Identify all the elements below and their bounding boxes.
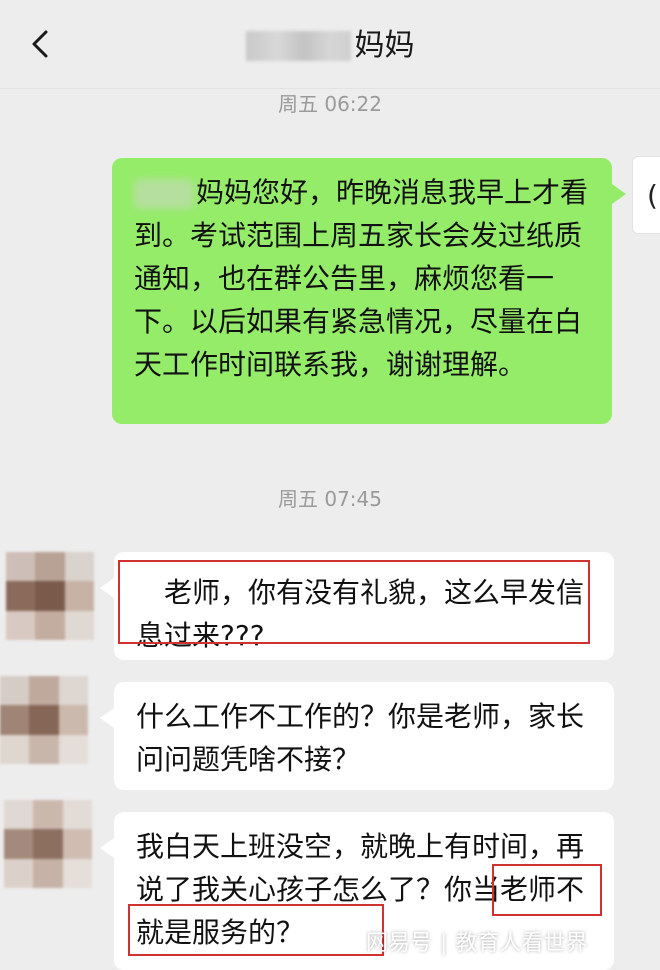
redacted-name: [245, 31, 351, 61]
redacted-name: [134, 179, 194, 209]
timestamp-1: 周五 06:22: [278, 92, 382, 116]
contact-avatar[interactable]: [4, 800, 92, 888]
message-bubble-received[interactable]: 什么工作不工作的？你是老师，家长问问题凭啥不接？: [100, 682, 614, 790]
chat-title: 妈妈: [0, 26, 660, 66]
message-text: 什么工作不工作的？你是老师，家长问问题凭啥不接？: [136, 700, 585, 776]
message-text: 老师，你有没有礼貌，这么早发信息过来???: [136, 576, 585, 652]
chat-header: 妈妈: [0, 0, 660, 89]
message-bubble-sent[interactable]: 妈妈您好，昨晚消息我早上才看到。考试范围上周五家长会发过纸质通知，也在群公告里，…: [112, 158, 626, 424]
message-text: 妈妈您好，昨晚消息我早上才看到。考试范围上周五家长会发过纸质通知，也在群公告里，…: [134, 176, 589, 381]
timestamp-2: 周五 07:45: [278, 487, 382, 511]
my-avatar[interactable]: (: [632, 156, 660, 234]
contact-avatar[interactable]: [6, 552, 94, 640]
watermark-source: 网易号: [366, 931, 433, 956]
message-bubble-received[interactable]: 老师，你有没有礼貌，这么早发信息过来???: [100, 552, 614, 660]
avatar-glyph: (: [647, 179, 658, 212]
contact-avatar[interactable]: [0, 676, 88, 764]
watermark: 网易号 | 教育人看世界: [366, 931, 588, 956]
chat-title-text: 妈妈: [354, 28, 415, 63]
watermark-author: 教育人看世界: [455, 931, 588, 956]
